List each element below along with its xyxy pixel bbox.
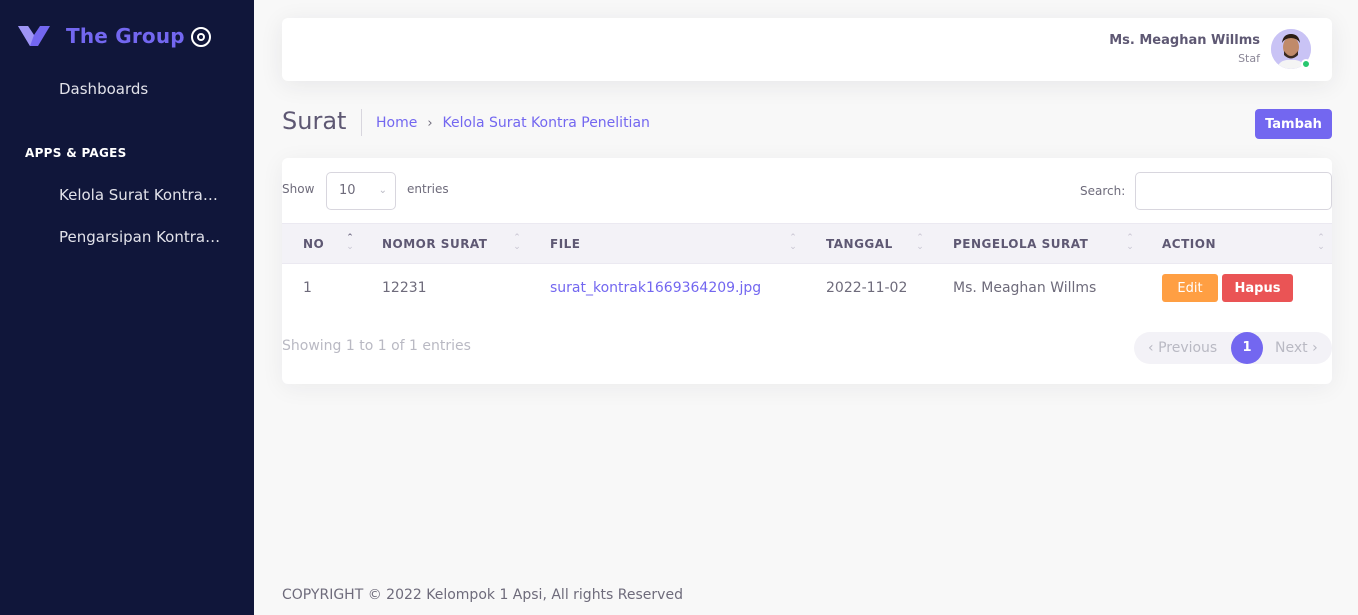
sort-icon[interactable]: ⌃ ⌄ xyxy=(1125,234,1135,254)
cell-pengelola: Ms. Meaghan Willms xyxy=(953,280,1097,296)
table-card: Show 10 ⌄ entries Search: NO ⌃ ⌄ NOMOR SU… xyxy=(282,158,1332,384)
online-status-badge xyxy=(1301,59,1311,69)
pagination: ‹ Previous 1 Next › xyxy=(1134,332,1332,364)
table-row: 1 12231 surat_kontrak1669364209.jpg 2022… xyxy=(282,264,1332,312)
user-role: Staf xyxy=(1238,52,1260,65)
column-header-no[interactable]: NO xyxy=(303,237,324,251)
brand-name: The Group xyxy=(66,24,185,48)
pagination-previous-label: Previous xyxy=(1158,340,1218,356)
column-header-action[interactable]: ACTION xyxy=(1162,237,1216,251)
delete-button[interactable]: Hapus xyxy=(1222,274,1293,302)
cell-nomor-surat: 12231 xyxy=(382,280,427,296)
sidebar-toggle-icon[interactable] xyxy=(191,27,211,47)
table-info: Showing 1 to 1 of 1 entries xyxy=(282,338,471,354)
column-header-file[interactable]: FILE xyxy=(550,237,581,251)
footer-copyright: COPYRIGHT © 2022 Kelompok 1 Apsi, All ri… xyxy=(282,587,683,603)
sort-icon[interactable]: ⌃ ⌄ xyxy=(915,234,925,254)
chevron-right-icon: › xyxy=(427,115,433,131)
sort-icon[interactable]: ⌃ ⌄ xyxy=(1316,234,1326,254)
sort-icon[interactable]: ⌃ ⌄ xyxy=(788,234,798,254)
sidebar-item-kelola-surat[interactable]: Kelola Surat Kontrak Penelitian xyxy=(59,186,223,204)
pagination-next[interactable]: Next › xyxy=(1275,340,1318,356)
pagination-page-current[interactable]: 1 xyxy=(1231,332,1263,364)
search-input[interactable] xyxy=(1135,172,1332,210)
show-label: Show xyxy=(282,182,315,196)
search-label: Search: xyxy=(1080,184,1126,198)
sidebar-item-pengarsipan[interactable]: Pengarsipan Kontrak Penelitian xyxy=(59,228,223,246)
breadcrumb: Home › Kelola Surat Kontra Penelitian xyxy=(376,115,650,131)
chevron-right-icon: › xyxy=(1312,340,1318,356)
cell-no: 1 xyxy=(303,280,312,296)
column-header-tanggal[interactable]: TANGGAL xyxy=(826,237,893,251)
brand[interactable]: The Group xyxy=(16,20,185,52)
entries-label: entries xyxy=(407,182,449,196)
edit-button[interactable]: Edit xyxy=(1162,274,1218,302)
table-header: NO ⌃ ⌄ NOMOR SURAT ⌃ ⌄ FILE ⌃ ⌄ TANGGAL ⌃ ⌄ … xyxy=(282,223,1332,264)
add-button[interactable]: Tambah xyxy=(1255,109,1332,139)
page-title: Surat xyxy=(282,107,347,135)
cell-tanggal: 2022-11-02 xyxy=(826,280,908,296)
sort-icon[interactable]: ⌃ ⌄ xyxy=(345,234,355,254)
sidebar: The Group Dashboards APPS & PAGES Kelola… xyxy=(0,0,254,615)
page-length-value: 10 xyxy=(339,183,356,198)
user-name[interactable]: Ms. Meaghan Willms xyxy=(1109,33,1260,48)
chevron-left-icon: ‹ xyxy=(1148,340,1154,356)
column-header-pengelola[interactable]: PENGELOLA SURAT xyxy=(953,237,1088,251)
top-navbar: Ms. Meaghan Willms Staf xyxy=(282,18,1332,81)
chevron-down-icon: ⌄ xyxy=(378,185,387,196)
pagination-previous[interactable]: ‹ Previous xyxy=(1148,340,1217,356)
page-length-select[interactable]: 10 ⌄ xyxy=(326,172,396,210)
breadcrumb-current[interactable]: Kelola Surat Kontra Penelitian xyxy=(443,115,650,131)
sort-icon[interactable]: ⌃ ⌄ xyxy=(512,234,522,254)
sidebar-item-dashboards[interactable]: Dashboards xyxy=(59,80,223,98)
sidebar-section-header: APPS & PAGES xyxy=(25,146,127,160)
cell-file-link[interactable]: surat_kontrak1669364209.jpg xyxy=(550,280,761,296)
title-divider xyxy=(361,109,362,136)
brand-logo-icon xyxy=(18,26,50,46)
breadcrumb-home[interactable]: Home xyxy=(376,115,417,131)
column-header-nomor-surat[interactable]: NOMOR SURAT xyxy=(382,237,487,251)
pagination-next-label: Next xyxy=(1275,340,1308,356)
